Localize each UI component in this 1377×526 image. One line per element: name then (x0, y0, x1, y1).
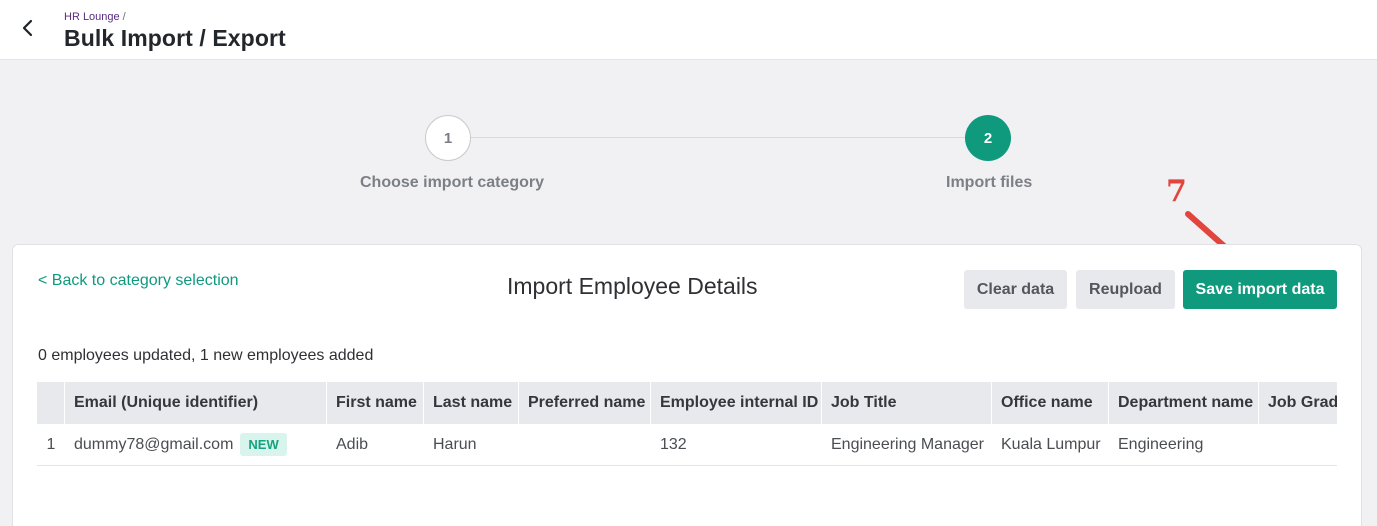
top-bar: HR Lounge / Bulk Import / Export (0, 0, 1377, 60)
header-email: Email (Unique identifier) (65, 382, 327, 424)
step-1-label[interactable]: Choose import category (360, 174, 544, 192)
cell-department-name: Engineering (1118, 435, 1204, 453)
step-2-circle: 2 (965, 115, 1011, 161)
import-table: Email (Unique identifier) First name Las… (37, 382, 1337, 468)
header-index (37, 382, 65, 424)
cell-job-title: Engineering Manager (831, 435, 984, 453)
header-preferred-name: Preferred name (519, 382, 651, 424)
clear-data-button[interactable]: Clear data (964, 270, 1067, 309)
import-summary: 0 employees updated, 1 new employees add… (38, 347, 374, 364)
import-card: < Back to category selection Import Empl… (12, 244, 1362, 526)
card-title: Import Employee Details (507, 273, 758, 299)
header-employee-internal-id: Employee internal ID (651, 382, 822, 424)
chevron-left-icon[interactable] (14, 14, 42, 42)
cell-last-name: Harun (433, 435, 477, 453)
header-department-name: Department name (1109, 382, 1259, 424)
header-job-grade: Job Grade (1259, 382, 1337, 424)
header-last-name: Last name (424, 382, 519, 424)
breadcrumb-item-hr-lounge[interactable]: HR Lounge (64, 11, 120, 23)
page-title: Bulk Import / Export (64, 25, 286, 51)
row-index: 1 (46, 435, 56, 453)
cell-job-grade (1259, 424, 1337, 465)
cell-email: dummy78@gmail.com NEW (65, 424, 327, 465)
email-value: dummy78@gmail.com (74, 435, 234, 453)
step-1-circle[interactable]: 1 (425, 115, 471, 161)
step-2-label: Import files (946, 174, 1033, 191)
cell-preferred-name (519, 424, 651, 465)
header-job-title: Job Title (822, 382, 992, 424)
breadcrumb-separator: / (122, 11, 126, 23)
table-row: 1 dummy78@gmail.com NEW Adib Harun 132 E… (37, 424, 1337, 466)
save-import-data-button[interactable]: Save import data (1183, 270, 1337, 309)
table-header-row: Email (Unique identifier) First name Las… (37, 382, 1337, 424)
stepper-connector (470, 137, 966, 138)
reupload-button[interactable]: Reupload (1076, 270, 1175, 309)
cell-first-name: Adib (336, 435, 369, 453)
header-office-name: Office name (992, 382, 1109, 424)
breadcrumb: HR Lounge / (64, 11, 126, 23)
back-to-category-link[interactable]: < Back to category selection (38, 272, 239, 290)
cell-office-name: Kuala Lumpur (1001, 435, 1101, 453)
header-first-name: First name (327, 382, 424, 424)
cell-employee-id: 132 (660, 435, 687, 453)
new-badge: NEW (240, 433, 287, 456)
